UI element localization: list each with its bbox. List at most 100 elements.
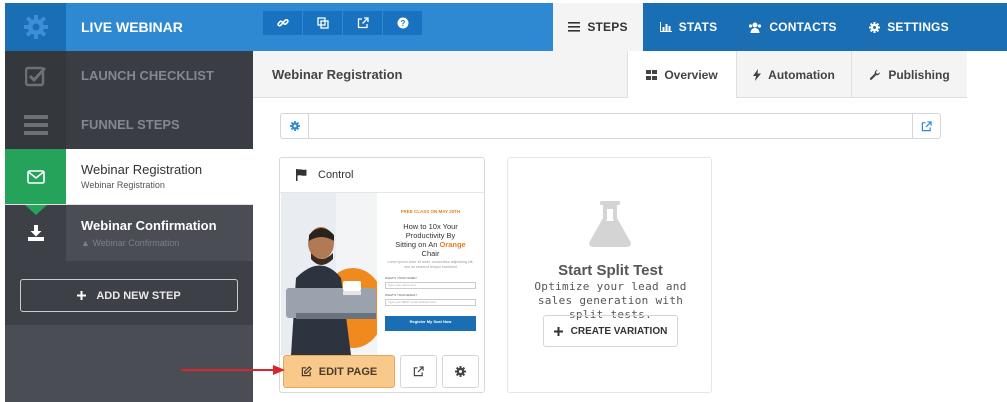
- nav-filler: [967, 3, 1007, 51]
- page-preview-thumbnail[interactable]: FREE CLASS ON MAY 20TH How to 10x Your P…: [281, 193, 484, 355]
- grid-icon: [646, 70, 658, 80]
- step-title: Webinar Confirmation: [81, 218, 217, 233]
- variant-card: Control FREE CLASS ON MAY 20TH How to 10…: [279, 157, 485, 393]
- checkbox-icon: [5, 51, 66, 100]
- tab-steps[interactable]: STEPS: [553, 3, 643, 51]
- step-subtitle: Webinar Registration: [81, 180, 165, 190]
- active-step-pointer: [25, 205, 47, 215]
- top-bar: LIVE WEBINAR ? STEPS STATS CONTACTS SETT…: [0, 0, 1007, 52]
- variant-label: Control: [318, 169, 354, 181]
- tab-steps-label: STEPS: [587, 20, 628, 34]
- variant-header: Control: [280, 158, 484, 193]
- help-button[interactable]: ?: [383, 11, 423, 35]
- preview-headline-1: How to 10x Your: [403, 222, 458, 231]
- external-link-icon: [413, 366, 424, 377]
- edit-page-label: EDIT PAGE: [318, 365, 378, 378]
- preview-field1-label: WHAT'S YOUR NAME?: [385, 276, 417, 280]
- split-test-card: Start Split Test Optimize your lead and …: [507, 157, 712, 393]
- page-url-bar: [280, 113, 941, 139]
- variant-settings-button[interactable]: [442, 355, 479, 388]
- subtabs: Overview Automation Publishing: [627, 51, 967, 99]
- gear-icon: [869, 21, 881, 33]
- create-variation-button[interactable]: CREATE VARIATION: [543, 315, 678, 347]
- preview-headline-orange: Orange: [439, 240, 466, 249]
- users-icon: [748, 22, 762, 33]
- copy-button[interactable]: [303, 11, 343, 35]
- wrench-icon: [869, 69, 881, 81]
- gear-logo-icon: [23, 14, 49, 40]
- list-icon: [5, 100, 66, 149]
- tab-stats[interactable]: STATS: [643, 3, 734, 51]
- step-title: Webinar Registration: [81, 162, 203, 177]
- external-link-icon: [921, 120, 932, 132]
- sidebar-item-funnel-steps[interactable]: FUNNEL STEPS: [5, 100, 253, 149]
- help-icon: ?: [397, 17, 409, 29]
- page-header: Webinar Registration Overview Automation…: [253, 51, 967, 99]
- annotation-arrow: [181, 365, 285, 375]
- copy-icon: [316, 17, 329, 29]
- main-nav: STEPS STATS CONTACTS SETTINGS: [553, 3, 967, 51]
- preview-headline-4: Chair: [421, 249, 440, 258]
- launch-checklist-label: LAUNCH CHECKLIST: [81, 68, 214, 83]
- preview-field2: Type your BEST email address here: [385, 299, 476, 306]
- split-test-title: Start Split Test: [558, 262, 663, 279]
- page-title: Webinar Registration: [272, 67, 403, 82]
- flask-icon: [588, 201, 632, 247]
- sidebar: LAUNCH CHECKLIST FUNNEL STEPS Webinar Re…: [5, 51, 253, 402]
- edit-icon: [301, 366, 312, 377]
- step-item-webinar-registration[interactable]: Webinar Registration Webinar Registratio…: [5, 149, 253, 215]
- gear-icon: [289, 121, 300, 131]
- preview-headline-3-row: Sitting on An Orange: [377, 240, 484, 249]
- preview-field2-label: WHAT'S YOUR EMAIL?: [385, 293, 418, 297]
- step-subtitle-row: ▲ Webinar Confirmation: [81, 238, 217, 248]
- gear-icon: [455, 366, 466, 377]
- tab-overview-label: Overview: [664, 68, 718, 82]
- funnel-title[interactable]: LIVE WEBINAR: [66, 3, 253, 51]
- preview-field1: Type your name here: [385, 282, 476, 289]
- external-link-icon: [357, 17, 369, 29]
- link-button[interactable]: [263, 11, 303, 35]
- preview-headline: How to 10x Your Productivity By Sitting …: [377, 222, 484, 258]
- preview-headline-2: Productivity By: [405, 231, 456, 240]
- toolbar-button-group: ?: [263, 11, 423, 35]
- tab-contacts[interactable]: CONTACTS: [734, 3, 851, 51]
- url-settings-button[interactable]: [281, 114, 309, 138]
- menu-icon: [568, 22, 581, 32]
- warning-icon: ▲: [81, 238, 90, 248]
- bolt-icon: [753, 68, 762, 81]
- bar-chart-icon: [659, 22, 672, 32]
- step-subtitle: Webinar Confirmation: [92, 238, 180, 248]
- preview-landing-page: FREE CLASS ON MAY 20TH How to 10x Your P…: [377, 193, 484, 355]
- tab-settings-label: SETTINGS: [887, 20, 949, 34]
- page-url-input[interactable]: [309, 114, 912, 138]
- open-external-button[interactable]: [343, 11, 383, 35]
- open-page-button[interactable]: [400, 355, 437, 388]
- funnel-steps-label: FUNNEL STEPS: [81, 117, 180, 132]
- flag-icon: [296, 169, 307, 181]
- preview-body: Lorem ipsum dolor sit amet, consectetur …: [387, 260, 474, 269]
- sidebar-footer: [5, 325, 253, 402]
- preview-headline-3: Sitting on An: [395, 240, 438, 249]
- step-pointer: [25, 261, 47, 271]
- tab-automation[interactable]: Automation: [736, 51, 851, 98]
- preview-cta: Register My Seat Now: [385, 316, 476, 331]
- logo[interactable]: [5, 3, 66, 51]
- sidebar-item-launch-checklist[interactable]: LAUNCH CHECKLIST: [5, 51, 253, 100]
- tab-publishing[interactable]: Publishing: [851, 51, 967, 98]
- preview-header: FREE CLASS ON MAY 20TH: [400, 209, 461, 214]
- edit-page-button[interactable]: EDIT PAGE: [283, 355, 395, 388]
- add-new-step-button[interactable]: ADD NEW STEP: [20, 279, 238, 312]
- tab-automation-label: Automation: [768, 67, 835, 82]
- add-new-step-label: ADD NEW STEP: [96, 289, 181, 302]
- link-icon: [276, 17, 289, 29]
- tab-overview[interactable]: Overview: [627, 51, 736, 99]
- plus-icon: [553, 326, 563, 336]
- tab-stats-label: STATS: [678, 20, 718, 34]
- svg-text:?: ?: [400, 19, 405, 28]
- plus-icon: [77, 291, 87, 300]
- tab-settings[interactable]: SETTINGS: [851, 3, 967, 51]
- open-url-button[interactable]: [912, 114, 940, 138]
- envelope-icon: [5, 149, 66, 204]
- create-variation-label: CREATE VARIATION: [570, 325, 668, 337]
- tab-contacts-label: CONTACTS: [769, 20, 837, 34]
